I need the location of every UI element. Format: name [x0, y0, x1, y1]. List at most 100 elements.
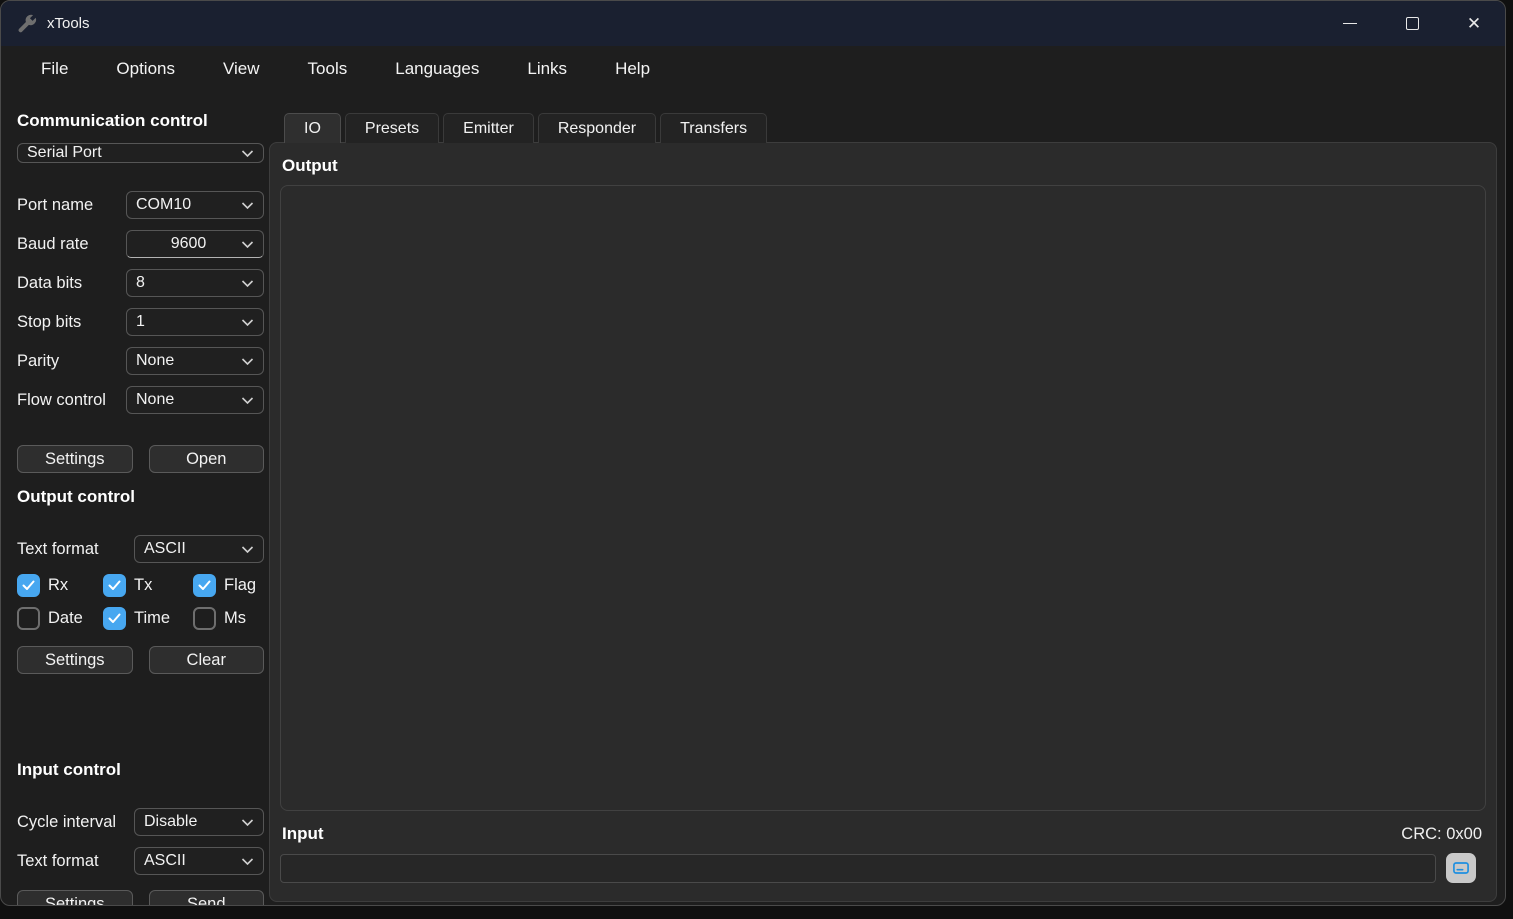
menu-languages[interactable]: Languages — [377, 53, 497, 85]
close-icon: ✕ — [1467, 15, 1481, 32]
input-field[interactable] — [280, 854, 1436, 883]
title-bar: xTools ✕ — [1, 1, 1505, 46]
menu-tools[interactable]: Tools — [290, 53, 366, 85]
date-checkbox-label: Date — [48, 609, 83, 628]
stop-bits-value: 1 — [136, 313, 241, 331]
input-heading: Input — [282, 824, 324, 844]
window-title: xTools — [47, 15, 90, 32]
data-bits-label: Data bits — [17, 274, 126, 293]
stop-bits-select[interactable]: 1 — [126, 308, 264, 336]
output-text-format-label: Text format — [17, 540, 134, 559]
output-text-format-select[interactable]: ASCII — [134, 535, 264, 563]
device-type-value: Serial Port — [27, 144, 241, 162]
main-area: IO Presets Emitter Responder Transfers O… — [269, 91, 1505, 905]
menu-file[interactable]: File — [23, 53, 86, 85]
maximize-button[interactable] — [1381, 1, 1443, 46]
minimize-icon — [1343, 23, 1357, 24]
chevron-down-icon — [241, 318, 254, 327]
data-bits-select[interactable]: 8 — [126, 269, 264, 297]
flow-control-value: None — [136, 391, 241, 409]
checkbox-box — [17, 607, 40, 630]
chevron-down-icon — [241, 201, 254, 210]
cycle-interval-value: Disable — [144, 813, 241, 831]
device-type-select[interactable]: Serial Port — [17, 143, 264, 163]
stop-bits-label: Stop bits — [17, 313, 126, 332]
input-text-format-label: Text format — [17, 852, 134, 871]
rx-checkbox[interactable]: Rx — [17, 574, 103, 597]
menu-view[interactable]: View — [205, 53, 278, 85]
chevron-down-icon — [241, 396, 254, 405]
maximize-icon — [1406, 17, 1419, 30]
data-bits-value: 8 — [136, 274, 241, 292]
output-settings-button[interactable]: Settings — [17, 646, 133, 674]
baud-rate-value: 9600 — [136, 235, 241, 253]
send-button[interactable]: Send — [149, 890, 265, 906]
output-heading: Output — [282, 156, 338, 176]
chevron-down-icon — [241, 240, 254, 249]
tab-responder[interactable]: Responder — [538, 113, 656, 143]
baud-rate-label: Baud rate — [17, 235, 126, 254]
menu-bar: File Options View Tools Languages Links … — [1, 46, 1505, 91]
open-button[interactable]: Open — [149, 445, 265, 473]
menu-help[interactable]: Help — [597, 53, 668, 85]
tab-bar: IO Presets Emitter Responder Transfers — [269, 112, 1497, 142]
time-checkbox[interactable]: Time — [103, 607, 193, 630]
date-checkbox[interactable]: Date — [17, 607, 103, 630]
menu-options[interactable]: Options — [98, 53, 193, 85]
flag-checkbox-label: Flag — [224, 576, 256, 595]
input-settings-button[interactable]: Settings — [17, 890, 133, 906]
rx-checkbox-label: Rx — [48, 576, 68, 595]
chevron-down-icon — [241, 279, 254, 288]
io-panel: Output Input CRC: 0x00 — [269, 142, 1497, 902]
tab-emitter[interactable]: Emitter — [443, 113, 534, 143]
cycle-interval-label: Cycle interval — [17, 813, 134, 832]
communication-control-heading: Communication control — [17, 111, 264, 131]
sidebar: Communication control Serial Port Port n… — [1, 91, 269, 905]
comm-settings-button[interactable]: Settings — [17, 445, 133, 473]
tx-checkbox[interactable]: Tx — [103, 574, 193, 597]
flag-checkbox[interactable]: Flag — [193, 574, 264, 597]
baud-rate-select[interactable]: 9600 — [126, 230, 264, 258]
crc-value: CRC: 0x00 — [1401, 825, 1482, 844]
checkbox-box — [103, 607, 126, 630]
minimize-button[interactable] — [1319, 1, 1381, 46]
input-control-heading: Input control — [17, 760, 264, 780]
port-name-value: COM10 — [136, 196, 241, 214]
input-text-format-select[interactable]: ASCII — [134, 847, 264, 875]
tab-io[interactable]: IO — [284, 113, 341, 143]
chevron-down-icon — [241, 357, 254, 366]
ms-checkbox-label: Ms — [224, 609, 246, 628]
checkbox-box — [17, 574, 40, 597]
tab-transfers[interactable]: Transfers — [660, 113, 767, 143]
output-console[interactable] — [280, 185, 1486, 811]
input-text-format-value: ASCII — [144, 852, 241, 870]
window-controls: ✕ — [1319, 1, 1505, 46]
checkbox-box — [193, 607, 216, 630]
output-text-format-value: ASCII — [144, 540, 241, 558]
wrench-icon — [15, 13, 37, 35]
chevron-down-icon — [241, 545, 254, 554]
menu-links[interactable]: Links — [509, 53, 585, 85]
parity-label: Parity — [17, 352, 126, 371]
parity-select[interactable]: None — [126, 347, 264, 375]
output-control-heading: Output control — [17, 487, 264, 507]
checkbox-box — [193, 574, 216, 597]
time-checkbox-label: Time — [134, 609, 170, 628]
chevron-down-icon — [241, 857, 254, 866]
chevron-down-icon — [241, 818, 254, 827]
app-window: xTools ✕ File Options View Tools Languag… — [0, 0, 1506, 906]
port-name-label: Port name — [17, 196, 126, 215]
text-field-icon — [1451, 858, 1471, 878]
close-button[interactable]: ✕ — [1443, 1, 1505, 46]
input-format-button[interactable] — [1446, 853, 1476, 883]
tab-presets[interactable]: Presets — [345, 113, 439, 143]
port-name-select[interactable]: COM10 — [126, 191, 264, 219]
flow-control-select[interactable]: None — [126, 386, 264, 414]
checkbox-box — [103, 574, 126, 597]
parity-value: None — [136, 352, 241, 370]
clear-button[interactable]: Clear — [149, 646, 265, 674]
ms-checkbox[interactable]: Ms — [193, 607, 264, 630]
chevron-down-icon — [241, 149, 254, 158]
cycle-interval-select[interactable]: Disable — [134, 808, 264, 836]
tx-checkbox-label: Tx — [134, 576, 152, 595]
